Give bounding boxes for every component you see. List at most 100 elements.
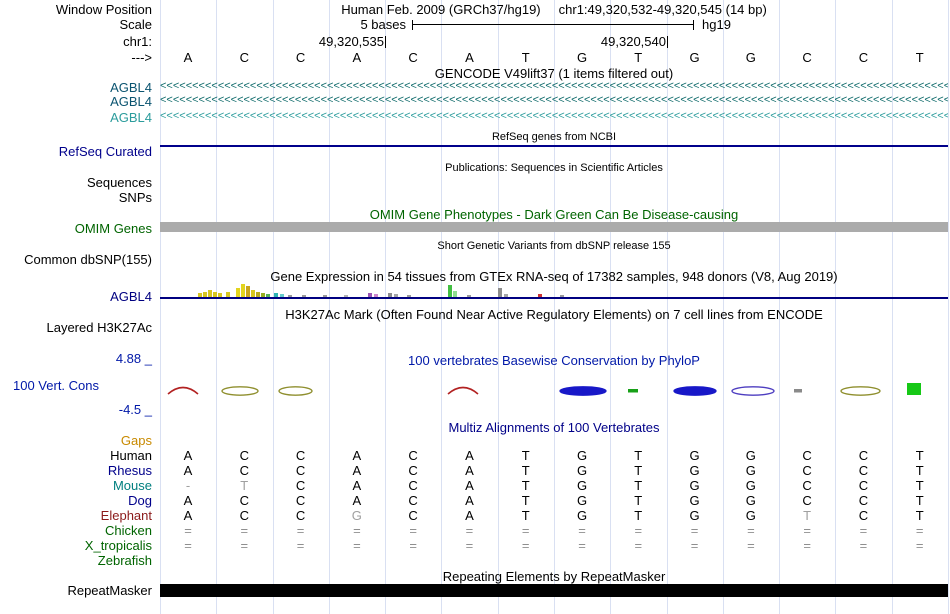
refseq-gene-line[interactable] [160,145,948,147]
repeatmasker-bar[interactable] [160,584,948,597]
alignment-letter: T [634,493,643,508]
alignment-letter: = [859,538,868,553]
alignment-letter: = [915,523,924,538]
alignment-letter: T [915,463,924,478]
refseq-track-label[interactable]: RefSeq Curated [0,144,152,159]
alignment-letter: C [239,448,249,463]
scale-bar-line [413,24,693,25]
gtex-bar[interactable] [246,286,250,297]
gtex-bar[interactable] [241,284,245,297]
alignment-letter: C [858,448,869,463]
alignment-letter: = [240,523,249,538]
alignment-letter: C [802,463,812,478]
alignment-letter: A [465,463,474,478]
alignment-letter: A [183,463,193,478]
coord-label-2: 49,320,540 [600,34,666,49]
gencode-transcript-label[interactable]: AGBL4 [0,94,152,109]
multiz-species-label[interactable]: Chicken [0,523,152,538]
base-letter: C [858,50,869,65]
alignment-letter: = [409,523,417,538]
alignment-letter: = [747,523,755,538]
alignment-letter: A [465,493,474,508]
window-position-label: Window Position [55,2,152,17]
gencode-transcript[interactable]: <<<<<<<<<<<<<<<<<<<<<<<<<<<<<<<<<<<<<<<<… [160,110,948,123]
alignment-letter: T [915,508,924,523]
alignment-letter: T [634,508,643,523]
alignment-letter: G [745,493,756,508]
multiz-species-label[interactable]: Human [0,448,152,463]
alignment-letter: G [745,463,756,478]
gtex-header: Gene Expression in 54 tissues from GTEx … [270,269,838,284]
base-letter: A [183,50,193,65]
gtex-bar[interactable] [208,290,212,297]
alignment-letter: G [576,463,588,478]
base-letter: A [465,50,474,65]
strand-label: ---> [131,50,152,65]
multiz-species-label[interactable]: Rhesus [0,463,152,478]
alignment-letter: = [465,523,474,538]
multiz-species-label[interactable]: Gaps [0,433,152,448]
alignment-letter: G [689,493,700,508]
phylop-conservation-track[interactable] [160,374,948,408]
gencode-transcript[interactable]: <<<<<<<<<<<<<<<<<<<<<<<<<<<<<<<<<<<<<<<<… [160,80,948,93]
gtex-bar[interactable] [448,285,452,297]
alignment-letter: T [521,463,530,478]
alignment-letter: T [521,478,530,493]
alignment-letter: G [689,448,700,463]
alignment-letter: T [521,448,530,463]
genome-title: Human Feb. 2009 (GRCh37/hg19) [341,2,541,17]
alignment-letter: C [858,508,869,523]
gtex-track-label[interactable]: AGBL4 [0,289,152,304]
base-letter: T [521,50,530,65]
gtex-bar[interactable] [251,290,255,297]
gtex-bar[interactable] [498,288,502,297]
alignment-letter: A [465,508,474,523]
conservation-glyph [673,386,717,396]
phylop-min-label: -4.5 _ [118,402,152,417]
gtex-bar[interactable] [236,288,240,297]
gencode-transcript[interactable]: <<<<<<<<<<<<<<<<<<<<<<<<<<<<<<<<<<<<<<<<… [160,94,948,107]
coord-tick [385,36,386,48]
base-letter: C [295,50,306,65]
gtex-gene-line[interactable] [160,297,948,299]
dbsnp-track-label[interactable]: Common dbSNP(155) [0,252,152,267]
alignment-letter: G [576,448,588,463]
base-letter: T [915,50,924,65]
alignment-letter: C [408,478,418,493]
alignment-letter: C [408,508,418,523]
phylop-max-label: 4.88 _ [115,351,152,366]
alignment-letter: A [352,463,362,478]
alignment-letter: = [353,523,361,538]
alignment-letter: G [689,463,700,478]
conservation-glyph [628,389,638,393]
phylop-track-label[interactable]: 100 Vert. Cons [13,378,99,393]
alignment-letter: A [352,493,362,508]
repeatmasker-track-label[interactable]: RepeatMasker [0,583,152,598]
omim-track-label[interactable]: OMIM Genes [0,221,152,236]
alignment-letter: C [239,463,249,478]
multiz-species-label[interactable]: Dog [0,493,152,508]
alignment-letter: C [408,493,418,508]
alignment-letter: G [576,478,588,493]
alignment-letter: = [296,538,305,553]
multiz-species-label[interactable]: Zebrafish [0,553,152,568]
alignment-letter: C [858,463,869,478]
sequences-track-label[interactable]: Sequences [0,175,152,190]
omim-gene-bar[interactable] [160,222,948,232]
alignment-letter: C [408,448,418,463]
snps-track-label[interactable]: SNPs [0,190,152,205]
ruler-gridline [948,0,949,614]
multiz-species-label[interactable]: X_tropicalis [0,538,152,553]
alignment-letter: T [634,478,643,493]
gencode-transcript-label[interactable]: AGBL4 [0,110,152,125]
base-letter: C [802,50,812,65]
multiz-species-label[interactable]: Elephant [0,508,152,523]
alignment-letter: T [521,508,530,523]
h3k27ac-track-label[interactable]: Layered H3K27Ac [0,320,152,335]
conservation-glyph [794,389,802,393]
alignment-letter: T [915,448,924,463]
conservation-glyph [559,386,607,396]
multiz-species-label[interactable]: Mouse [0,478,152,493]
gencode-transcript-label[interactable]: AGBL4 [0,80,152,95]
alignment-letter: C [802,478,812,493]
